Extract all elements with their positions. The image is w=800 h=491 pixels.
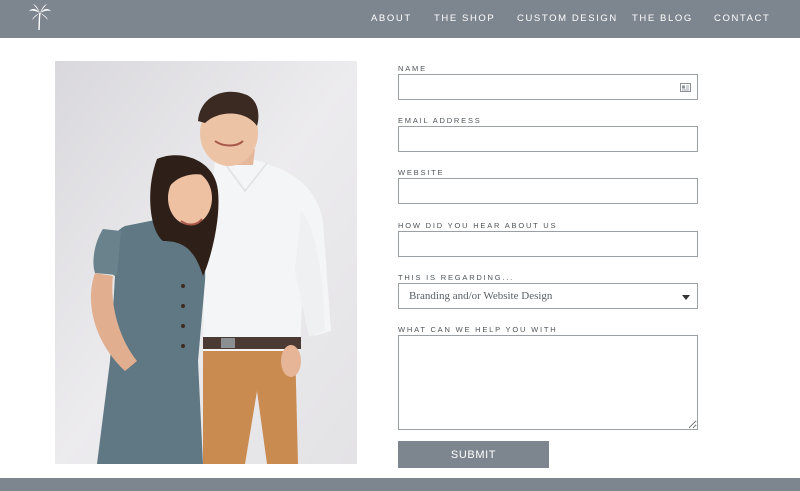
website-input[interactable] [399,179,697,203]
website-field-box[interactable] [398,178,698,204]
site-header: ABOUT THE SHOP CUSTOM DESIGN THE BLOG CO… [0,0,800,38]
hear-about-field-box[interactable] [398,231,698,257]
help-label: WHAT CAN WE HELP YOU WITH [398,325,558,334]
name-input[interactable] [399,75,697,99]
website-label: WEBSITE [398,168,445,177]
chevron-down-icon[interactable] [682,295,690,300]
hear-about-input[interactable] [399,232,697,256]
regarding-selected-value: Branding and/or Website Design [409,290,553,302]
regarding-select[interactable]: Branding and/or Website Design [398,283,698,309]
footer-bar [0,478,800,491]
nav-about[interactable]: ABOUT [371,13,412,24]
palm-tree-icon[interactable] [28,3,52,31]
regarding-label: THIS IS REGARDING... [398,273,515,282]
nav-the-shop[interactable]: THE SHOP [434,13,495,24]
hear-about-label: HOW DID YOU HEAR ABOUT US [398,221,558,230]
email-input[interactable] [399,127,697,151]
nav-custom-design[interactable]: CUSTOM DESIGN [517,13,618,24]
help-textarea[interactable] [398,335,698,430]
email-field-box[interactable] [398,126,698,152]
nav-the-blog[interactable]: THE BLOG [632,13,693,24]
name-label: NAME [398,64,427,73]
contact-card-icon[interactable] [680,83,691,92]
nav-contact[interactable]: CONTACT [714,13,770,24]
submit-button[interactable]: SUBMIT [398,441,549,468]
couple-photo [55,61,357,464]
email-label: EMAIL ADDRESS [398,116,482,125]
name-field-box[interactable] [398,74,698,100]
